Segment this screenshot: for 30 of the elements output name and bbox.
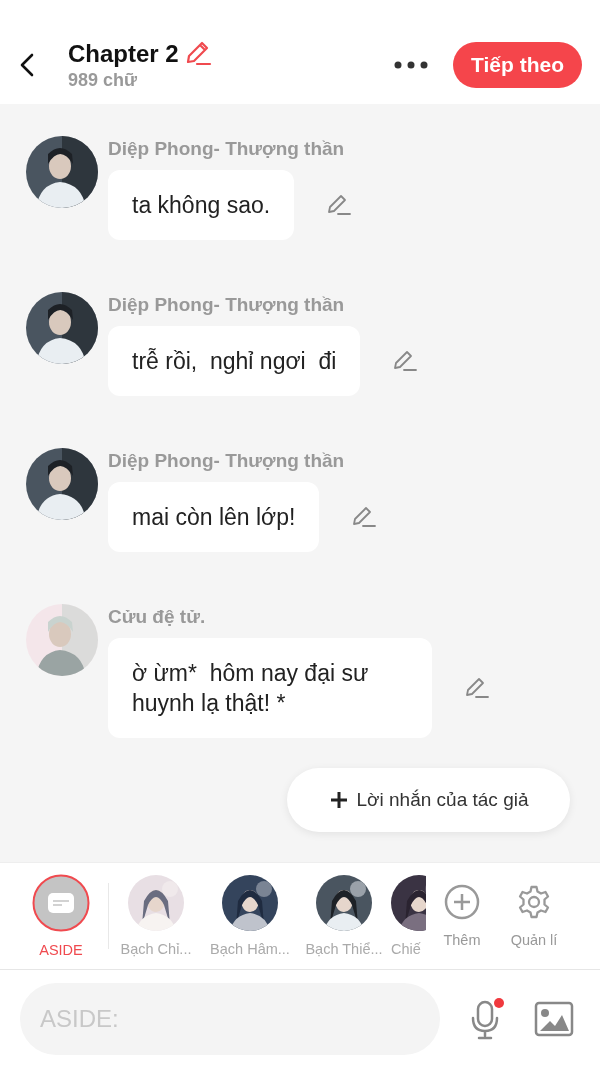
character-item[interactable]: Bạch Chỉ... bbox=[109, 875, 203, 957]
author-note-button[interactable]: Lời nhắn của tác giả bbox=[287, 768, 570, 832]
sender-name: Diệp Phong- Thượng thần bbox=[108, 294, 346, 316]
pencil-icon[interactable] bbox=[326, 193, 353, 217]
word-count: 989 chữ bbox=[68, 69, 139, 91]
message-bubble[interactable]: ta không sao. bbox=[108, 170, 295, 240]
add-button[interactable]: Thêm bbox=[426, 884, 498, 948]
settings-icon bbox=[516, 884, 552, 920]
author-note-label: Lời nhắn của tác giả bbox=[356, 789, 529, 811]
manage-button[interactable]: Quản lí bbox=[498, 884, 570, 948]
character-item[interactable]: ASIDE bbox=[14, 874, 108, 958]
image-icon[interactable] bbox=[534, 1000, 574, 1037]
sender-name: Diệp Phong- Thượng thần bbox=[108, 138, 346, 160]
pencil-icon[interactable] bbox=[464, 676, 490, 700]
more-icon[interactable] bbox=[393, 60, 430, 70]
character-item[interactable]: Bạch Hâm... bbox=[203, 875, 297, 957]
add-icon bbox=[444, 884, 480, 920]
message-bubble[interactable]: ờ ừm* hôm nay đại sư huynh lạ thật! * bbox=[108, 638, 432, 738]
message-bubble[interactable]: trễ rồi, nghỉ ngơi đi bbox=[108, 326, 361, 396]
pencil-icon[interactable] bbox=[392, 349, 419, 373]
aside-icon bbox=[32, 874, 90, 932]
sender-name: Diệp Phong- Thượng thần bbox=[108, 450, 346, 472]
message-bubble[interactable]: mai còn lên lớp! bbox=[108, 482, 320, 552]
character-item[interactable]: Bạch Thiể... bbox=[297, 875, 391, 957]
next-button[interactable]: Tiếp theo bbox=[453, 42, 582, 88]
sender-name: Cửu đệ tử. bbox=[108, 606, 207, 628]
character-item[interactable]: Chiế bbox=[391, 875, 426, 957]
plus-icon bbox=[328, 790, 349, 810]
pencil-icon[interactable] bbox=[351, 505, 378, 529]
chapter-title: Chapter 2 bbox=[68, 39, 179, 68]
